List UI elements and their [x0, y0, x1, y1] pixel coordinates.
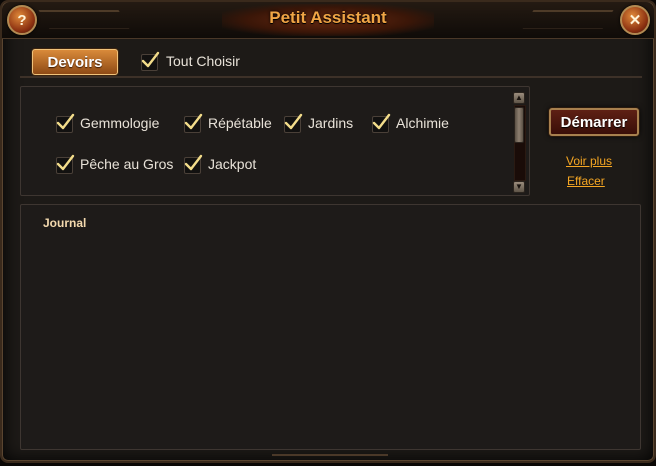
tasks-scrollbar[interactable]: ▲ ▼ [511, 90, 527, 194]
title-bar[interactable]: Petit Assistant [2, 2, 654, 39]
help-icon: ? [17, 11, 27, 29]
check-icon[interactable] [371, 113, 391, 133]
task-alchimie[interactable]: Alchimie [371, 113, 449, 133]
tasks-panel [20, 86, 530, 196]
help-button[interactable]: ? [7, 5, 37, 35]
task-label: Pêche au Gros [80, 156, 174, 172]
arrow-down-icon[interactable]: ▼ [513, 181, 525, 193]
task-label: Jardins [308, 115, 354, 131]
bottom-ornament [272, 454, 388, 466]
task-jackpot[interactable]: Jackpot [183, 154, 256, 174]
tab-devoirs[interactable]: Devoirs [32, 49, 118, 75]
check-icon[interactable] [183, 154, 203, 174]
select-all-checkbox[interactable]: Tout Choisir [140, 51, 240, 71]
check-icon[interactable] [55, 154, 75, 174]
scroll-thumb[interactable] [514, 107, 524, 143]
task-jardins[interactable]: Jardins [283, 113, 353, 133]
close-icon: ✕ [628, 12, 642, 29]
check-icon[interactable] [183, 113, 203, 133]
check-icon[interactable] [140, 51, 160, 71]
assistant-window: Petit Assistant ? ✕ Devoirs Tout Choisir… [0, 0, 656, 463]
start-button[interactable]: Démarrer [549, 108, 639, 136]
see-more-link[interactable]: Voir plus [566, 154, 612, 168]
task-label: Jackpot [208, 156, 257, 172]
check-icon[interactable] [55, 113, 75, 133]
journal-title: Journal [43, 216, 87, 230]
close-button[interactable]: ✕ [620, 5, 650, 35]
task-gemmologie[interactable]: Gemmologie [55, 113, 159, 133]
clear-link[interactable]: Effacer [567, 174, 605, 188]
task-label: Alchimie [396, 115, 449, 131]
tab-divider [20, 76, 642, 78]
task-peche-au-gros[interactable]: Pêche au Gros [55, 154, 173, 174]
journal-panel: Journal [20, 204, 641, 450]
task-label: Gemmologie [80, 115, 160, 131]
task-label: Répétable [208, 115, 272, 131]
window-title: Petit Assistant [269, 8, 387, 27]
task-repetable[interactable]: Répétable [183, 113, 272, 133]
check-icon[interactable] [283, 113, 303, 133]
arrow-up-icon[interactable]: ▲ [513, 92, 525, 104]
select-all-label: Tout Choisir [166, 53, 240, 69]
